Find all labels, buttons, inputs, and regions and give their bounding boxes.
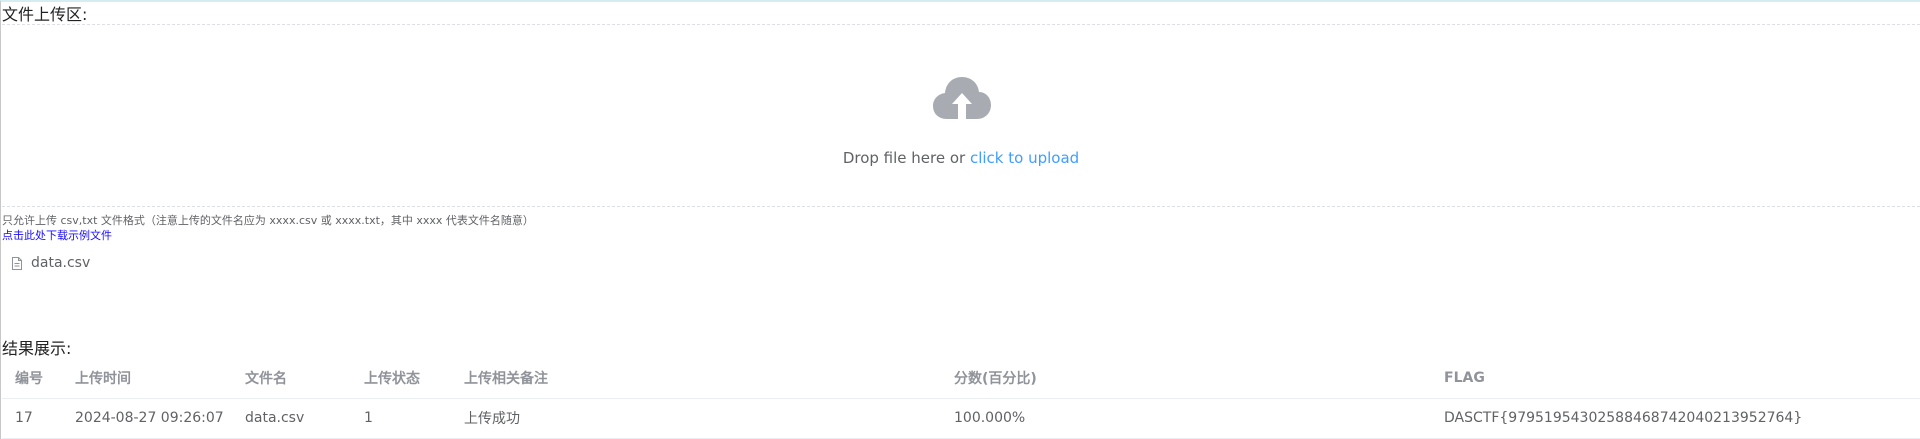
download-sample-link[interactable]: 点击此处下载示例文件 xyxy=(2,229,112,243)
column-header-time: 上传时间 xyxy=(62,358,232,399)
cell-status: 1 xyxy=(351,398,451,439)
upload-cloud-icon xyxy=(933,77,991,119)
column-header-filename: 文件名 xyxy=(232,358,351,399)
results-table: 编号 上传时间 文件名 上传状态 上传相关备注 分数(百分比) FLAG 17 … xyxy=(2,358,1920,439)
table-header-row: 编号 上传时间 文件名 上传状态 上传相关备注 分数(百分比) FLAG xyxy=(2,358,1920,399)
cell-time: 2024-08-27 09:26:07 xyxy=(62,398,232,439)
column-header-id: 编号 xyxy=(2,358,62,399)
table-row: 17 2024-08-27 09:26:07 data.csv 1 上传成功 1… xyxy=(2,398,1920,439)
column-header-score: 分数(百分比) xyxy=(941,358,1431,399)
column-header-flag: FLAG xyxy=(1431,358,1920,399)
cell-filename: data.csv xyxy=(232,398,351,439)
cell-note: 上传成功 xyxy=(451,398,941,439)
cell-flag: DASCTF{97951954302588468742040213952764} xyxy=(1431,398,1920,439)
column-header-note: 上传相关备注 xyxy=(451,358,941,399)
uploaded-file-item[interactable]: data.csv xyxy=(11,254,90,272)
click-to-upload-link[interactable]: click to upload xyxy=(970,149,1079,167)
cell-id: 17 xyxy=(2,398,62,439)
page-frame: 文件上传区: Drop file here or click to upload… xyxy=(0,0,1920,439)
uploaded-file-name: data.csv xyxy=(31,255,91,271)
drop-instruction: Drop file here or click to upload xyxy=(2,149,1920,167)
upload-dropzone[interactable]: Drop file here or click to upload xyxy=(2,24,1920,207)
upload-section-title: 文件上传区: xyxy=(2,5,88,24)
drop-text: Drop file here or xyxy=(842,149,970,167)
cell-score: 100.000% xyxy=(941,398,1431,439)
results-section-title: 结果展示: xyxy=(2,339,72,358)
column-header-status: 上传状态 xyxy=(351,358,451,399)
upload-tip: 只允许上传 csv,txt 文件格式（注意上传的文件名应为 xxxx.csv 或… xyxy=(2,214,534,227)
document-icon xyxy=(12,256,22,270)
